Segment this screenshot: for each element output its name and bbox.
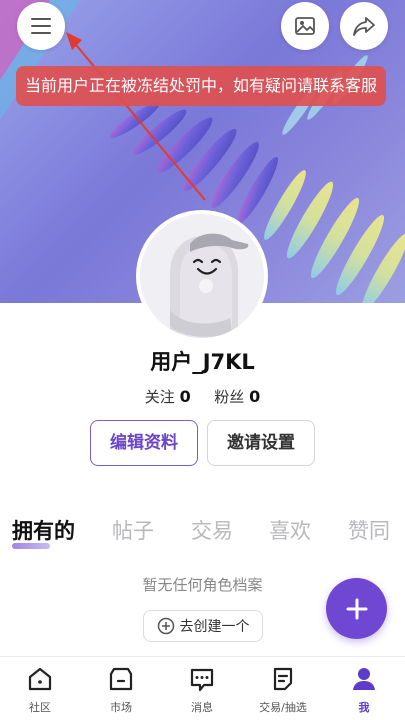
nav-label: 社区 [29,701,51,714]
plus-circle-icon [157,617,174,635]
share-icon [353,17,375,36]
create-character-button[interactable]: 去创建一个 [143,610,263,642]
followers-count[interactable]: 0 [249,387,260,406]
trade-icon [273,667,293,691]
follow-stats: 关注 0 粉丝 0 [0,386,405,407]
avatar-image [140,214,264,338]
tab-likes[interactable]: 喜欢 [269,515,311,545]
profile-screen: 当前用户正在被冻结处罚中，如有疑问请联系客服 用户_J7KL 关注 0 粉丝 0… [0,0,405,720]
ghost-avatar-icon [170,233,249,338]
image-icon [295,17,315,35]
avatar[interactable] [136,210,268,342]
share-button[interactable] [340,2,388,50]
change-background-button[interactable] [281,2,329,50]
bottom-navigation: 社区 市场 消息 交易/抽选 我 [0,656,405,720]
home-icon [28,667,52,691]
message-icon [190,668,214,692]
username: 用户_J7KL [150,350,255,374]
tab-trades[interactable]: 交易 [191,515,233,545]
nav-me[interactable]: 我 [329,663,399,715]
user-icon [353,668,375,690]
followers-label[interactable]: 粉丝 [214,388,244,406]
market-icon [109,667,133,691]
menu-button[interactable] [17,2,65,50]
hamburger-icon [31,18,51,34]
nav-label: 交易/抽选 [259,701,307,714]
nav-community[interactable]: 社区 [5,663,75,715]
following-label[interactable]: 关注 [145,388,175,406]
tab-owned[interactable]: 拥有的 [12,515,75,545]
plus-icon [346,598,367,619]
profile-tabs: 拥有的 帖子 交易 喜欢 赞同 [0,515,405,551]
nav-label: 我 [358,701,370,714]
invite-settings-button[interactable]: 邀请设置 [207,420,315,466]
nav-market[interactable]: 市场 [86,663,156,715]
nav-label: 市场 [110,701,132,714]
frozen-account-toast: 当前用户正在被冻结处罚中，如有疑问请联系客服 [16,66,386,106]
create-character-label: 去创建一个 [179,619,250,635]
new-post-fab[interactable] [326,578,387,639]
nav-label: 消息 [191,701,213,714]
edit-profile-button[interactable]: 编辑资料 [90,420,198,466]
tab-posts[interactable]: 帖子 [112,515,154,545]
nav-trade-draw[interactable]: 交易/抽选 [248,663,318,715]
following-count[interactable]: 0 [180,387,191,406]
nav-messages[interactable]: 消息 [167,663,237,715]
tab-approvals[interactable]: 赞同 [348,515,390,545]
